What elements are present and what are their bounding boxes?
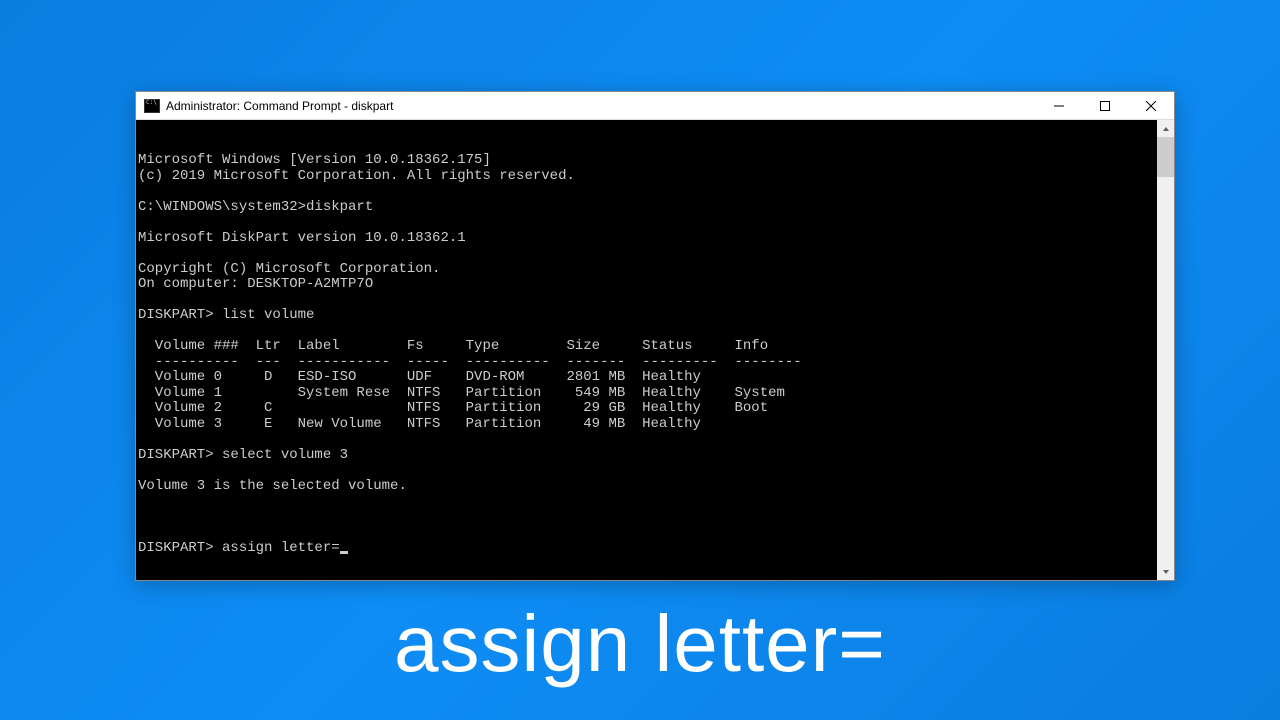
caption-overlay: assign letter= [0, 598, 1280, 690]
scroll-down-button[interactable] [1157, 563, 1174, 580]
scrollbar-track[interactable] [1157, 177, 1174, 563]
cmd-icon [144, 99, 160, 113]
scroll-up-button[interactable] [1157, 120, 1174, 137]
vertical-scrollbar[interactable] [1157, 120, 1174, 580]
close-button[interactable] [1128, 92, 1174, 119]
scrollbar-thumb[interactable] [1157, 137, 1174, 177]
text-cursor [340, 551, 348, 554]
maximize-button[interactable] [1082, 92, 1128, 119]
minimize-button[interactable] [1036, 92, 1082, 119]
current-input: assign letter= [222, 540, 340, 556]
titlebar[interactable]: Administrator: Command Prompt - diskpart [136, 92, 1174, 120]
window-title: Administrator: Command Prompt - diskpart [166, 99, 1036, 113]
prompt: DISKPART> [138, 540, 222, 556]
window-controls [1036, 92, 1174, 119]
terminal-output[interactable]: Microsoft Windows [Version 10.0.18362.17… [136, 120, 1174, 580]
command-prompt-window: Administrator: Command Prompt - diskpart… [135, 91, 1175, 581]
